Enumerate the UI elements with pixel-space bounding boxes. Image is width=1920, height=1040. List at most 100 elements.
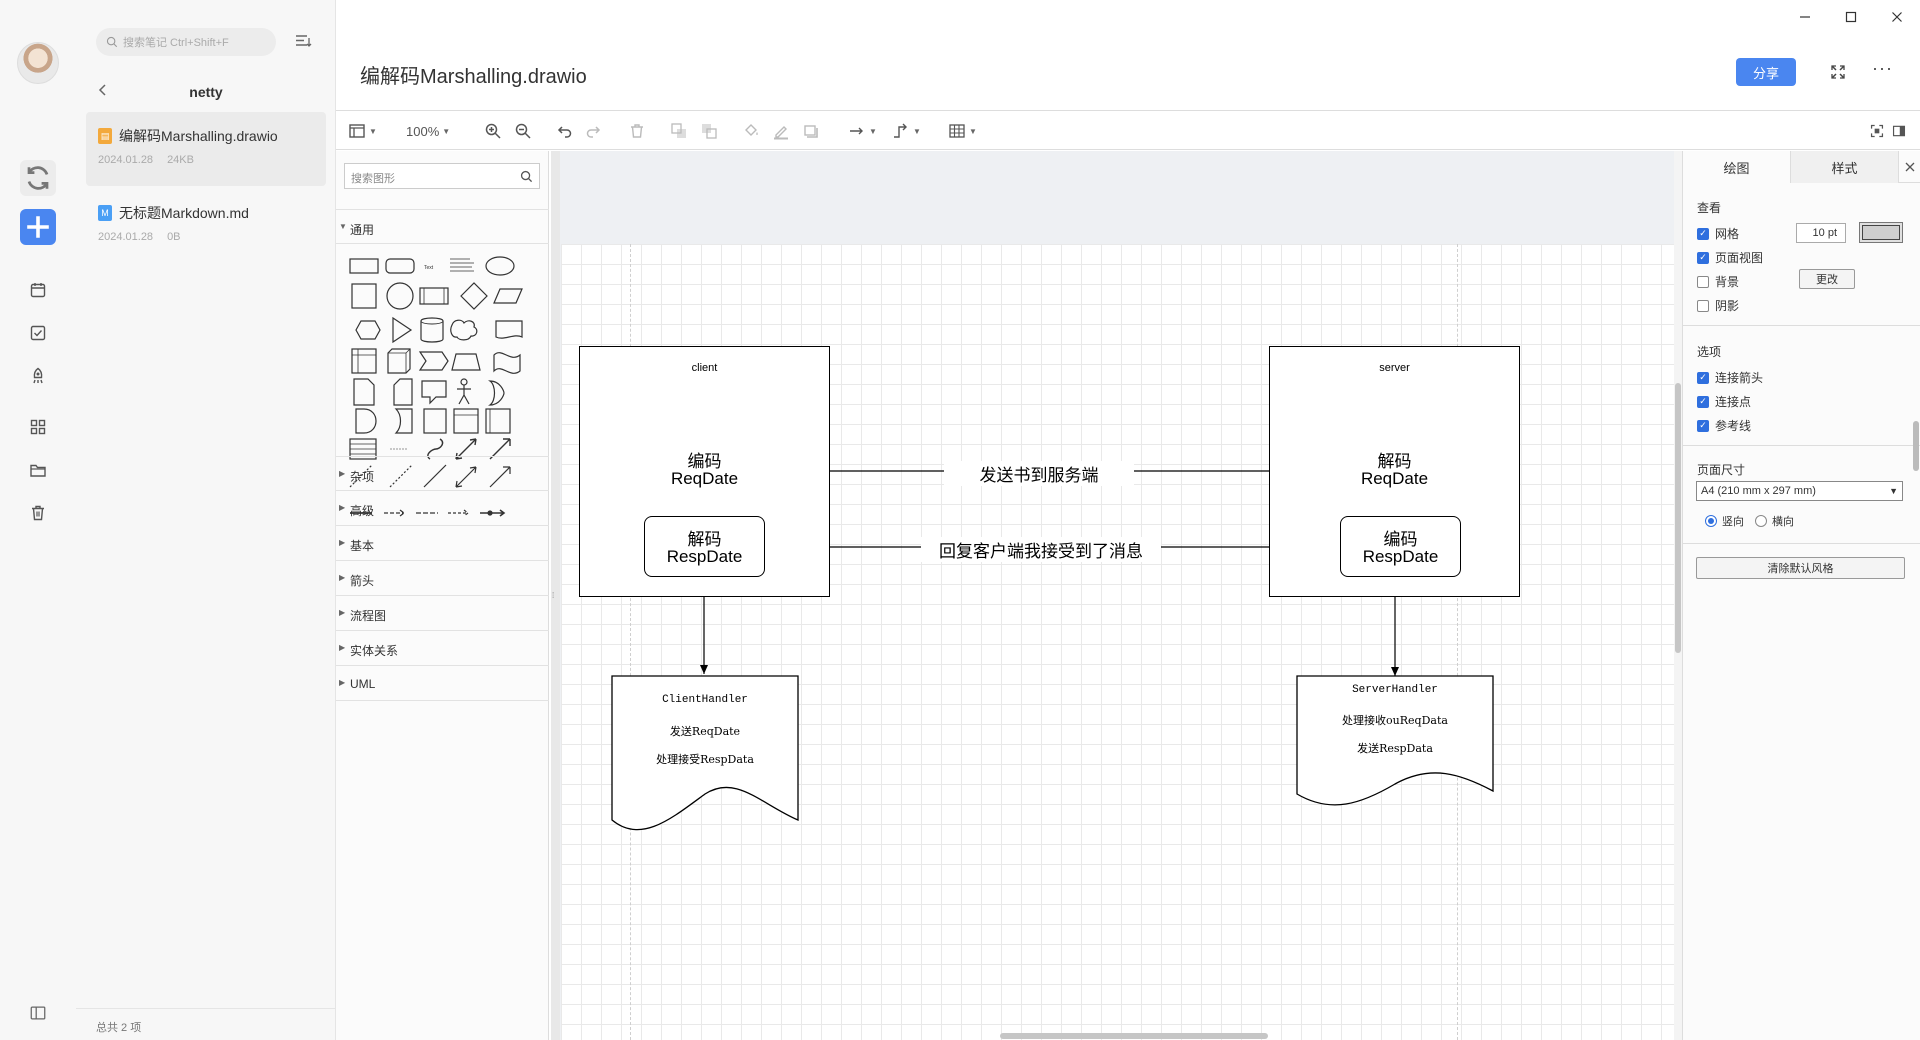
scroll-thumb[interactable] [1675,383,1681,653]
section-misc[interactable]: ▶ 杂项 [336,456,549,491]
section-flowchart[interactable]: ▶ 流程图 [336,596,549,631]
zoom-out-icon [515,123,531,139]
divider [1683,445,1920,446]
checkmark-icon: ✓ [1697,371,1709,384]
portrait-radio[interactable]: 竖向 [1705,513,1744,529]
maximize-button[interactable] [1828,0,1874,34]
grid-color-button[interactable] [1859,222,1903,243]
portrait-label: 竖向 [1722,516,1744,528]
tab-style[interactable]: 样式 [1791,151,1899,183]
shadow-icon [804,125,818,138]
close-window-button[interactable] [1874,0,1920,34]
note-list-item[interactable]: ▤ 编解码Marshalling.drawio 2024.01.28 24KB [86,112,326,186]
delete-button[interactable] [628,121,646,141]
note-list-item[interactable]: M 无标题Markdown.md 2024.01.28 0B [86,189,326,263]
page-view-checkbox[interactable]: ✓ 页面视图 [1697,249,1763,266]
reply-label[interactable]: 回复客户端我接受到了消息 [921,537,1161,562]
send-request-label[interactable]: 发送书到服务端 [944,461,1134,486]
reset-style-button[interactable]: 清除默认风格 [1696,557,1905,579]
diagram-canvas[interactable]: client 编码 ReqDate server 解码 ReqDate 解码 R… [560,151,1674,1040]
caret-down-icon: ▼ [969,126,977,136]
note-search-placeholder: 搜索笔记 Ctrl+Shift+F [123,37,229,49]
waypoints-button[interactable]: ▼ [892,121,921,141]
grid-size-input[interactable]: 10 pt [1796,223,1846,243]
shadow-checkbox[interactable]: 阴影 [1697,297,1739,314]
page-size-select[interactable]: A4 (210 mm x 297 mm) ▼ [1696,481,1903,501]
section-arrows[interactable]: ▶ 箭头 [336,561,549,596]
to-back-button[interactable] [700,121,718,141]
panel-resize-handle[interactable]: ⁞ [551,151,560,1040]
guides-checkbox[interactable]: ✓ 参考线 [1697,417,1751,434]
server-encode-sub: RespDate [1362,547,1439,566]
more-options-button[interactable]: ··· [1872,59,1894,81]
checkmark-icon: ✓ [1697,251,1709,264]
checkmark-icon: ✓ [1697,419,1709,432]
section-basic[interactable]: ▶ 基本 [336,526,549,561]
zoom-in-button[interactable] [484,121,502,141]
diagram-page[interactable]: client 编码 ReqDate server 解码 ReqDate 解码 R… [561,244,1674,1040]
client-decode-box[interactable]: 解码 RespDate [644,516,765,577]
calendar-button[interactable] [28,280,48,300]
rocket-button[interactable] [28,366,48,386]
connection-style-button[interactable]: ▼ [848,121,877,141]
share-button[interactable]: 分享 [1736,58,1796,86]
insert-table-button[interactable]: ▼ [948,121,977,141]
zoom-out-button[interactable] [514,121,532,141]
fullscreen-toggle[interactable] [1870,121,1884,141]
redo-button[interactable] [585,121,603,141]
rocket-icon [33,367,43,384]
trash-button[interactable] [28,503,48,523]
section-entity-relation[interactable]: ▶ 实体关系 [336,631,549,666]
view-section-title: 查看 [1697,201,1722,215]
shadow-button[interactable] [802,121,820,141]
section-advanced[interactable]: ▶ 高级 [336,491,549,526]
folder-button[interactable] [28,460,48,480]
pencil-icon [774,126,788,140]
checkmark-icon: ✓ [1697,227,1709,240]
section-label: 杂项 [350,470,375,484]
checkbox-empty-icon [1697,275,1709,288]
zoom-select[interactable]: 100% ▼ [406,121,450,141]
to-front-button[interactable] [670,121,688,141]
calendar-icon [30,283,46,298]
notes-sidebar: 搜索笔记 Ctrl+Shift+F netty ▤ 编解码Marshalling.… [76,0,336,1040]
line-color-button[interactable] [772,121,790,141]
shape-search-input[interactable]: 搜索图形 [344,163,540,189]
connection-points-checkbox[interactable]: ✓ 连接点 [1697,393,1751,410]
sync-button[interactable] [20,160,56,196]
toggle-sidebar-button[interactable] [29,1004,47,1022]
new-note-button[interactable] [20,209,56,245]
section-uml[interactable]: ▶ UML [336,666,549,701]
section-general[interactable]: ▼ 通用 [336,209,549,244]
shadow-label: 阴影 [1715,299,1740,313]
canvas-horizontal-scrollbar[interactable] [1000,1033,1268,1039]
panel-scroll-thumb[interactable] [1913,421,1919,471]
view-toggle-button[interactable]: ▼ [348,121,377,141]
landscape-radio[interactable]: 横向 [1755,513,1794,529]
apps-button[interactable] [28,417,48,437]
avatar[interactable] [17,42,59,84]
caret-down-icon: ▼ [339,222,347,231]
document-title[interactable]: 编解码Marshalling.drawio [360,60,587,89]
landscape-label: 横向 [1772,516,1794,528]
minimize-button[interactable] [1782,0,1828,34]
maximize-icon [1845,11,1857,23]
tab-diagram[interactable]: 绘图 [1683,151,1791,183]
connection-arrows-checkbox[interactable]: ✓ 连接箭头 [1697,369,1763,386]
change-background-button[interactable]: 更改 [1799,269,1855,289]
server-encode-box[interactable]: 编码 RespDate [1340,516,1461,577]
search-icon [106,36,118,48]
close-panel-button[interactable] [1899,151,1920,183]
grid-checkbox[interactable]: ✓ 网格 [1697,225,1739,242]
canvas-vertical-scrollbar[interactable] [1674,151,1682,1040]
format-panel-toggle[interactable] [1892,121,1906,141]
note-search-input[interactable]: 搜索笔记 Ctrl+Shift+F [96,28,276,56]
fill-color-button[interactable] [742,121,760,141]
caret-down-icon: ▼ [869,126,877,136]
bring-front-icon [671,123,686,138]
undo-button[interactable] [555,121,573,141]
fullscreen-button[interactable] [1829,63,1847,81]
background-checkbox[interactable]: 背景 [1697,273,1739,290]
sort-button[interactable] [294,32,312,50]
todo-button[interactable] [28,323,48,343]
